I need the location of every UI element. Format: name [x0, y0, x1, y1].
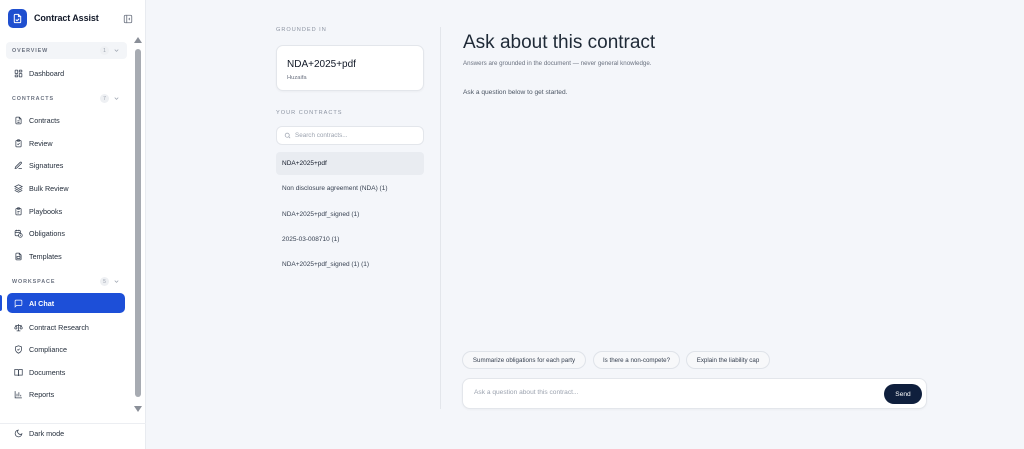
chat-subtitle: Answers are grounded in the document — n…	[463, 60, 652, 67]
sidebar-item-label: Obligations	[29, 228, 65, 238]
send-button[interactable]: Send	[884, 384, 922, 404]
sidebar-item-compliance[interactable]: Compliance	[7, 339, 125, 359]
dark-mode-toggle[interactable]: Dark mode	[14, 429, 64, 438]
contract-search[interactable]	[276, 126, 424, 145]
chat-composer: Send	[462, 378, 927, 409]
sidebar-item-label: Dashboard	[29, 68, 65, 78]
section-overview[interactable]: OVERVIEW 1	[12, 46, 122, 56]
scrollbar-thumb[interactable]	[135, 49, 141, 397]
bar-chart-icon	[14, 390, 22, 398]
section-count: 1	[100, 46, 109, 55]
sidebar-item-label: AI Chat	[29, 298, 55, 308]
chevron-down-icon	[114, 280, 119, 283]
document-icon	[15, 116, 22, 124]
shield-check-icon	[15, 344, 22, 354]
sidebar-item-label: Bulk Review	[29, 183, 69, 193]
sidebar-item-ai-chat[interactable]: AI Chat	[7, 293, 125, 313]
clipboard-icon	[15, 206, 22, 215]
chevron-down-icon	[114, 49, 119, 52]
current-document-card[interactable]: NDA+2025+pdf Huzaifa	[276, 45, 424, 91]
collapse-sidebar-icon[interactable]	[123, 11, 133, 24]
clipboard-check-icon	[15, 138, 22, 147]
active-indicator	[0, 295, 2, 311]
sidebar-item-label: Templates	[29, 251, 62, 261]
sidebar-item-dashboard[interactable]: Dashboard	[7, 63, 125, 83]
pen-icon	[14, 161, 22, 169]
scroll-up-arrow-icon[interactable]	[134, 37, 142, 43]
search-icon	[284, 132, 291, 139]
sidebar-footer: Dark mode	[0, 423, 146, 445]
sidebar-item-label: Signatures	[29, 160, 64, 170]
app-name: Contract Assist	[34, 13, 99, 23]
contract-logo-icon	[8, 8, 27, 28]
sidebar-scrollbar[interactable]	[134, 37, 142, 417]
sidebar-nav: OVERVIEW 1 Dashboard CONTRACTS 7 Contrac…	[0, 40, 133, 415]
contract-name: Non disclosure agreement (NDA) (1)	[282, 185, 388, 192]
sidebar-item-label: Documents	[29, 367, 66, 377]
suggestion-chip[interactable]: Summarize obligations for each party	[462, 351, 586, 369]
sidebar-item-documents[interactable]: Documents	[7, 362, 125, 382]
sidebar: Contract Assist OVERVIEW 1 Dashboard CON…	[0, 0, 146, 449]
sidebar-item-label: Contracts	[29, 115, 60, 125]
contract-name: NDA+2025+pdf	[282, 160, 327, 167]
search-input[interactable]	[295, 132, 415, 139]
sidebar-item-contracts[interactable]: Contracts	[7, 110, 125, 130]
sidebar-item-contract-research[interactable]: Contract Research	[7, 317, 125, 337]
layers-icon	[14, 183, 23, 193]
contract-list-item[interactable]: NDA+2025+pdf_signed (1)	[276, 203, 424, 226]
suggestion-label: Explain the liability cap	[696, 356, 760, 364]
chat-title: Ask about this contract	[463, 32, 656, 53]
sidebar-item-reports[interactable]: Reports	[7, 384, 125, 404]
chat-empty-state: Ask a question below to get started.	[463, 89, 568, 96]
scroll-down-arrow-icon[interactable]	[134, 406, 142, 412]
sidebar-item-templates[interactable]: Templates	[7, 246, 125, 266]
sidebar-item-label: Contract Research	[29, 322, 89, 332]
sidebar-item-playbooks[interactable]: Playbooks	[7, 201, 125, 221]
section-count: 5	[100, 277, 109, 286]
dashboard-icon	[14, 69, 23, 77]
dark-mode-label: Dark mode	[29, 429, 65, 438]
sidebar-item-review[interactable]: Review	[7, 133, 125, 153]
column-divider	[440, 27, 441, 409]
section-workspace[interactable]: WORKSPACE 5	[12, 277, 122, 287]
book-icon	[14, 368, 23, 376]
contract-name: 2025-03-008710 (1)	[282, 236, 340, 243]
sidebar-item-obligations[interactable]: Obligations	[7, 223, 125, 243]
section-title: WORKSPACE	[12, 279, 56, 285]
section-count: 7	[100, 94, 109, 103]
suggestion-label: Summarize obligations for each party	[472, 356, 576, 364]
contract-name: NDA+2025+pdf_signed (1)	[282, 211, 360, 218]
suggestion-chip[interactable]: Explain the liability cap	[686, 351, 770, 369]
brand[interactable]: Contract Assist	[8, 7, 138, 29]
your-contracts-label: YOUR CONTRACTS	[276, 110, 343, 116]
section-title: OVERVIEW	[12, 48, 49, 54]
sidebar-item-label: Review	[29, 138, 53, 148]
sidebar-item-label: Reports	[29, 389, 55, 399]
suggestion-chip[interactable]: Is there a non-compete?	[593, 351, 680, 369]
calendar-clock-icon	[14, 229, 23, 238]
file-template-icon	[15, 252, 22, 260]
contract-list-item[interactable]: 2025-03-008710 (1)	[276, 228, 424, 251]
suggestion-label: Is there a non-compete?	[602, 356, 671, 364]
contract-list-item[interactable]: NDA+2025+pdf	[276, 152, 424, 175]
sidebar-item-label: Playbooks	[29, 206, 63, 216]
current-document-name: NDA+2025+pdf	[287, 59, 356, 70]
contract-list-item[interactable]: NDA+2025+pdf_signed (1) (1)	[276, 253, 424, 276]
grounded-in-label: GROUNDED IN	[276, 27, 327, 33]
chevron-down-icon	[114, 97, 119, 100]
current-document-owner: Huzaifa	[287, 75, 307, 81]
sidebar-item-signatures[interactable]: Signatures	[7, 155, 125, 175]
contract-name: NDA+2025+pdf_signed (1) (1)	[282, 261, 370, 268]
chat-input[interactable]	[474, 389, 874, 396]
moon-icon	[14, 429, 23, 438]
sidebar-item-bulk-review[interactable]: Bulk Review	[7, 178, 125, 198]
scale-icon	[14, 323, 23, 331]
contract-list-item[interactable]: Non disclosure agreement (NDA) (1)	[276, 177, 424, 200]
section-contracts[interactable]: CONTRACTS 7	[12, 94, 122, 104]
chat-icon	[14, 299, 23, 308]
sidebar-item-label: Compliance	[29, 344, 67, 354]
section-title: CONTRACTS	[12, 96, 54, 102]
